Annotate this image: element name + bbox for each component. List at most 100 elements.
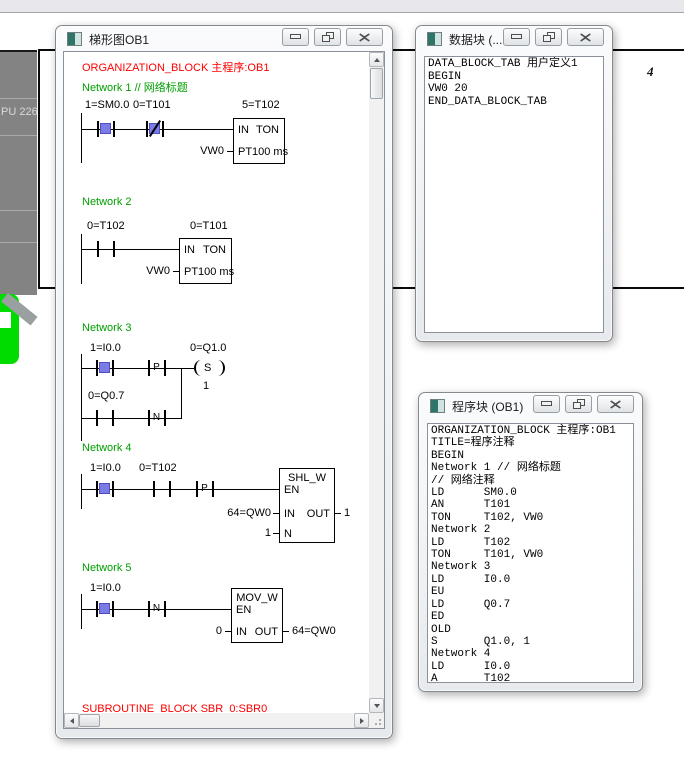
power-rail xyxy=(81,234,82,284)
power-rail xyxy=(81,113,82,163)
mov-w-box[interactable]: MOV_W EN IN OUT xyxy=(231,588,283,643)
scroll-down-button[interactable] xyxy=(369,698,384,713)
top-strip xyxy=(0,0,684,13)
restore-button[interactable] xyxy=(535,28,562,46)
scroll-up-button[interactable] xyxy=(369,52,384,67)
network4-title: Network 4 xyxy=(82,442,132,454)
box-type-label: TON xyxy=(203,244,226,256)
cpu-divider xyxy=(0,210,37,211)
close-icon xyxy=(610,400,621,409)
contact-bar xyxy=(112,410,114,426)
contact-bar xyxy=(97,241,99,257)
power-rail xyxy=(81,474,82,509)
ton-timer-box[interactable]: IN TON PT 100 ms xyxy=(233,118,285,164)
coil-right-paren xyxy=(216,360,225,376)
pin-stub xyxy=(225,631,231,632)
cpu-label: PU 226 xyxy=(1,106,38,118)
resize-grip[interactable] xyxy=(369,713,384,728)
contact-power-highlight[interactable] xyxy=(99,603,110,614)
coil-function-label[interactable]: S xyxy=(204,362,211,374)
contact-bar xyxy=(96,601,98,617)
pin-stub xyxy=(173,271,179,272)
grip-dot xyxy=(379,723,381,725)
minimize-icon xyxy=(511,34,523,40)
pin-out-label: OUT xyxy=(307,508,330,520)
operand-label: 1=SM0.0 xyxy=(85,99,129,111)
pin-in-label: IN xyxy=(238,124,249,136)
operand-label: 64=QW0 xyxy=(292,625,336,637)
close-button[interactable] xyxy=(567,28,604,46)
scroll-right-button[interactable] xyxy=(354,713,369,728)
pin-en-label: EN xyxy=(236,604,251,616)
window-icon xyxy=(430,399,445,413)
operand-label: 5=T102 xyxy=(242,99,280,111)
pin-pt-label: PT xyxy=(184,266,198,278)
network3-title: Network 3 xyxy=(82,322,132,334)
minimize-button[interactable] xyxy=(533,395,560,413)
network5-title: Network 5 xyxy=(82,562,132,574)
minimize-icon xyxy=(541,401,553,407)
window-controls xyxy=(282,28,383,46)
pin-out-label: OUT xyxy=(255,626,278,638)
subroutine-block-header: SUBROUTINE_BLOCK SBR_0:SBR0 xyxy=(82,703,267,713)
operand-label: 0=T101 xyxy=(190,220,228,232)
cpu-divider xyxy=(0,135,37,136)
org-block-header: ORGANIZATION_BLOCK 主程序:OB1 xyxy=(82,62,269,74)
close-button[interactable] xyxy=(346,28,383,46)
operand-label: 1=I0.0 xyxy=(90,582,121,594)
contact-bar xyxy=(96,481,98,497)
wire xyxy=(81,489,279,490)
contact-bar xyxy=(112,360,114,376)
contact-bar xyxy=(153,481,155,497)
window-controls xyxy=(533,395,634,413)
wire xyxy=(81,249,179,250)
coil-left-paren xyxy=(194,360,203,376)
contact-power-highlight[interactable] xyxy=(99,362,110,373)
branch-wire xyxy=(181,368,182,419)
stl-code-text: ORGANIZATION_BLOCK 主程序:OB1 TITLE=程序注释 BE… xyxy=(428,424,633,682)
close-icon xyxy=(580,33,591,42)
cpu-divider xyxy=(0,242,37,243)
program-block-content[interactable]: ORGANIZATION_BLOCK 主程序:OB1 TITLE=程序注释 BE… xyxy=(427,423,634,683)
window-icon xyxy=(427,32,442,46)
operand-label: 0=Q0.7 xyxy=(88,390,124,402)
restore-button[interactable] xyxy=(565,395,592,413)
pin-n-label: N xyxy=(284,528,292,540)
vertical-scroll-thumb[interactable] xyxy=(370,68,383,99)
horizontal-scroll-thumb[interactable] xyxy=(79,714,100,727)
vertical-scrollbar[interactable] xyxy=(369,52,384,713)
ladder-canvas[interactable]: ORGANIZATION_BLOCK 主程序:OB1 Network 1 // … xyxy=(64,52,369,713)
contact-bar xyxy=(113,241,115,257)
operand-label: 1 xyxy=(344,507,350,519)
ton-timer-box[interactable]: IN TON PT 100 ms xyxy=(179,238,232,284)
negative-edge-label: N xyxy=(148,412,165,424)
restore-icon xyxy=(543,32,555,43)
operand-label: 0=T102 xyxy=(139,462,177,474)
close-button[interactable] xyxy=(597,395,634,413)
connector-notch xyxy=(0,312,11,328)
minimize-button[interactable] xyxy=(282,28,309,46)
operand-label: 0=Q1.0 xyxy=(190,342,226,354)
minimize-button[interactable] xyxy=(503,28,530,46)
arrow-right-icon xyxy=(360,718,364,724)
pin-stub xyxy=(273,513,279,514)
pin-stub xyxy=(335,513,341,514)
restore-button[interactable] xyxy=(314,28,341,46)
positive-edge-label: P xyxy=(196,483,213,495)
program-block-window: 程序块 (OB1) ORGANIZATION_BLOCK 主程序:OB1 TIT… xyxy=(418,392,643,692)
contact-power-highlight[interactable] xyxy=(100,123,111,134)
data-block-content[interactable]: DATA_BLOCK_TAB 用户定义1 BEGIN VW0 20 END_DA… xyxy=(424,56,604,333)
minimize-icon xyxy=(290,34,302,40)
operand-label: 0=T101 xyxy=(133,99,171,111)
contact-power-highlight[interactable] xyxy=(99,483,110,494)
scroll-left-button[interactable] xyxy=(64,713,79,728)
shl-w-box[interactable]: SHL_W EN IN OUT N xyxy=(279,468,335,543)
box-type-label: SHL_W xyxy=(280,472,334,484)
horizontal-scrollbar[interactable] xyxy=(64,713,369,728)
window-controls xyxy=(503,28,604,46)
arrow-down-icon xyxy=(374,704,380,708)
operand-label: 0 xyxy=(175,625,222,637)
contact-bar xyxy=(146,121,148,137)
page-number: 4 xyxy=(647,64,654,80)
pin-stub xyxy=(227,151,233,152)
